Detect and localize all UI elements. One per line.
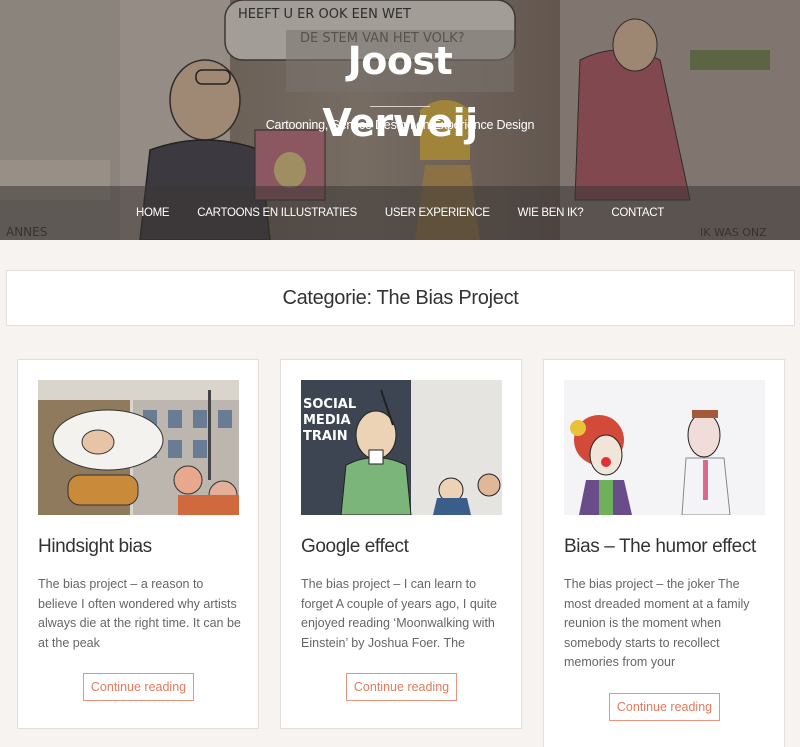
svg-text:TRAIN: TRAIN <box>303 429 348 444</box>
nav-item-home[interactable]: HOME <box>122 207 183 219</box>
post-card: SOCIAL MEDIA TRAIN Google effect The bia… <box>280 359 522 729</box>
svg-text:MEDIA: MEDIA <box>303 413 351 428</box>
main-navigation: HOME CARTOONS EN ILLUSTRATIES USER EXPER… <box>0 186 800 240</box>
nav-item-contact[interactable]: CONTACT <box>597 207 678 219</box>
post-thumbnail[interactable] <box>38 380 239 515</box>
nav-item-cartoons[interactable]: CARTOONS EN ILLUSTRATIES <box>183 207 371 219</box>
category-header: Categorie: The Bias Project <box>6 270 795 326</box>
continue-reading-button[interactable]: Continue reading <box>346 673 457 701</box>
post-card: Hindsight bias The bias project – a reas… <box>17 359 259 729</box>
site-title[interactable]: Joost Verweij <box>286 30 514 145</box>
nav-item-about[interactable]: WIE BEN IK? <box>504 207 598 219</box>
post-excerpt: The bias project – a reason to believe I… <box>38 577 241 650</box>
post-title[interactable]: Google effect <box>301 536 409 558</box>
post-title[interactable]: Bias – The humor effect <box>564 536 756 558</box>
site-tagline: Cartooning, Service Design en Experience… <box>265 118 535 132</box>
continue-reading-button[interactable]: Continue reading <box>609 693 720 721</box>
nav-item-user-experience[interactable]: USER EXPERIENCE <box>371 207 504 219</box>
continue-reading-button[interactable]: Continue reading <box>83 673 194 701</box>
post-excerpt: The bias project – the joker The most dr… <box>564 577 750 670</box>
image-text: SOCIAL <box>303 397 356 412</box>
post-thumbnail[interactable]: SOCIAL MEDIA TRAIN <box>301 380 502 515</box>
title-divider <box>370 106 430 107</box>
post-title[interactable]: Hindsight bias <box>38 536 152 558</box>
post-card: Bias – The humor effect The bias project… <box>543 359 785 747</box>
post-thumbnail[interactable] <box>564 380 765 515</box>
post-excerpt: The bias project – I can learn to forget… <box>301 577 497 650</box>
category-title: Categorie: The Bias Project <box>282 286 519 309</box>
site-header: HEEFT U ER OOK EEN WET DE STEM VAN HET V… <box>0 0 800 240</box>
